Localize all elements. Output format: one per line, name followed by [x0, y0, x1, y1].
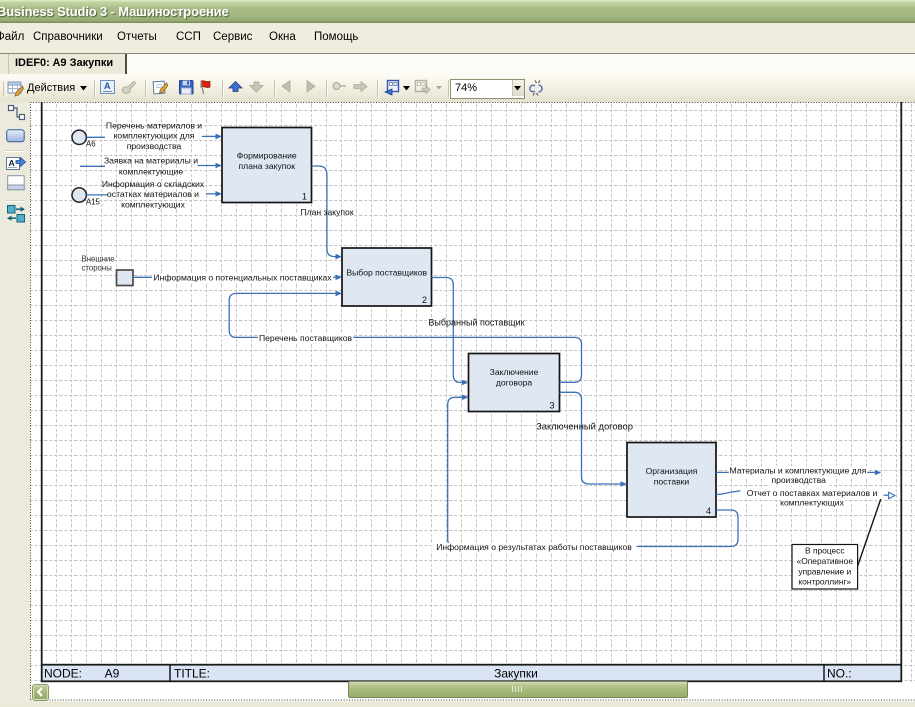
svg-text:комплектующих: комплектующих — [780, 498, 844, 508]
svg-text:остатках материалов и: остатках материалов и — [107, 189, 199, 199]
svg-text:комплектующих для: комплектующих для — [114, 131, 195, 141]
svg-text:А6: А6 — [86, 140, 96, 149]
svg-text:Отчет о поставках материалов и: Отчет о поставках материалов и — [747, 488, 878, 498]
svg-text:В процесс: В процесс — [805, 546, 845, 556]
svg-text:стороны: стороны — [82, 263, 113, 272]
svg-text:A: A — [9, 158, 15, 168]
svg-text:Информация о потенциальных пос: Информация о потенциальных поставщиках — [153, 273, 332, 283]
svg-text:управление и: управление и — [798, 567, 851, 577]
svg-text:Внешние: Внешние — [82, 255, 115, 264]
svg-text:Перечень материалов и: Перечень материалов и — [106, 121, 202, 131]
svg-text:Выбор поставщиков: Выбор поставщиков — [346, 268, 427, 278]
svg-text:поставки: поставки — [654, 477, 690, 487]
svg-text:Формирование: Формирование — [237, 151, 297, 161]
svg-text:комплектующие: комплектующие — [119, 167, 183, 177]
svg-text:плана закупок: плана закупок — [239, 161, 296, 171]
svg-text:Выбранный поставщик: Выбранный поставщик — [428, 318, 524, 328]
svg-text:План закупок: План закупок — [300, 207, 353, 217]
svg-text:производства: производства — [127, 141, 182, 151]
svg-text:производства: производства — [771, 475, 826, 485]
svg-text:Заявка на материалы и: Заявка на материалы и — [104, 156, 198, 166]
svg-text:Организация: Организация — [646, 466, 698, 476]
svg-text:4: 4 — [706, 506, 711, 516]
svg-text:A: A — [104, 81, 111, 91]
svg-text:Заключение: Заключение — [490, 367, 539, 377]
svg-text:NO.:: NO.: — [827, 667, 852, 681]
svg-text:Информация о результатах работ: Информация о результатах работы поставщи… — [436, 542, 632, 552]
svg-text:Перечень поставщиков: Перечень поставщиков — [259, 333, 353, 343]
svg-text:1: 1 — [302, 191, 307, 201]
svg-text:Закупки: Закупки — [494, 667, 538, 681]
svg-text:Заключенный договор: Заключенный договор — [536, 421, 633, 432]
svg-text:«Оперативное: «Оперативное — [797, 556, 854, 566]
svg-text:Материалы и комплектующие для: Материалы и комплектующие для — [730, 465, 867, 475]
svg-text:комплектующих: комплектующих — [121, 200, 185, 210]
svg-text:2: 2 — [422, 295, 427, 305]
svg-text:TITLE:: TITLE: — [174, 667, 210, 681]
svg-text:А15: А15 — [86, 197, 101, 206]
svg-text:контроллинг»: контроллинг» — [798, 577, 851, 587]
svg-text:NODE:: NODE: — [44, 667, 82, 681]
svg-text:договора: договора — [496, 378, 533, 388]
svg-text:3: 3 — [549, 400, 554, 410]
svg-text:A9: A9 — [105, 667, 120, 681]
svg-text:Информация о складских: Информация о складских — [102, 179, 205, 189]
